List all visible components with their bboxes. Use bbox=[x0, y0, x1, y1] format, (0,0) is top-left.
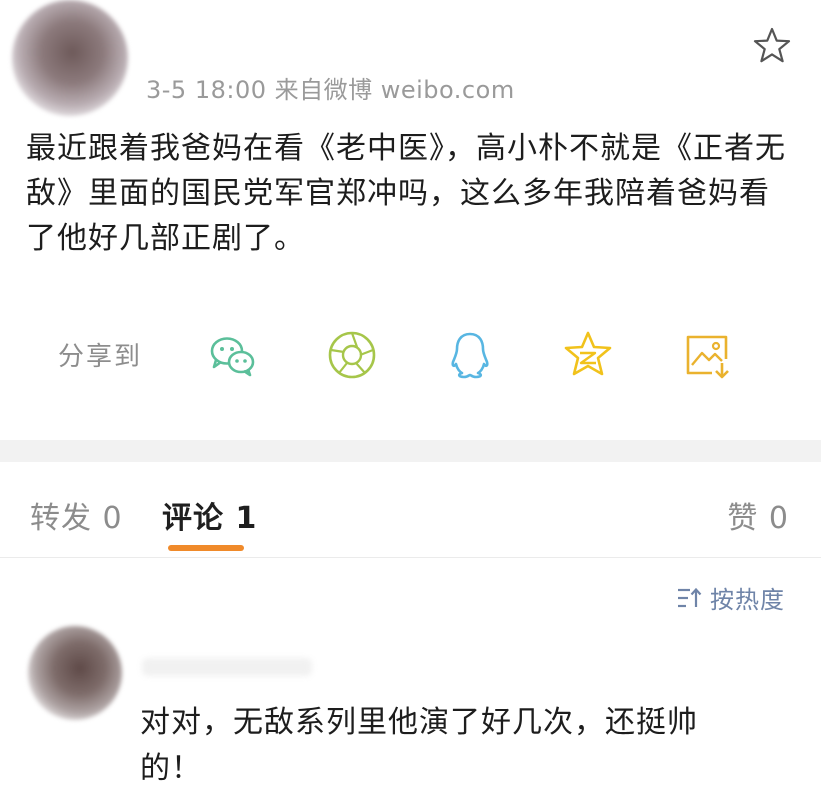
comment-text: 对对，无敌系列里他演了好几次，还挺帅的！ bbox=[140, 705, 698, 786]
qzone-icon[interactable] bbox=[562, 329, 614, 381]
wechat-icon[interactable] bbox=[206, 329, 258, 381]
post-meta: 3-5 18:00 来自微博 weibo.com bbox=[146, 76, 515, 104]
commenter-avatar[interactable] bbox=[28, 626, 122, 720]
tab-repost[interactable]: 转发 0 bbox=[30, 493, 123, 537]
tab-comments[interactable]: 评论 1 bbox=[162, 493, 257, 537]
favorite-star-icon[interactable] bbox=[752, 26, 792, 66]
active-tab-indicator bbox=[168, 545, 244, 551]
moments-icon[interactable] bbox=[326, 329, 378, 381]
poster-avatar[interactable] bbox=[12, 0, 128, 116]
sort-label: 按热度 bbox=[710, 586, 785, 614]
sort-button[interactable]: 按热度 bbox=[676, 580, 785, 615]
tab-bar-border bbox=[0, 557, 821, 558]
share-label: 分享到 bbox=[58, 342, 143, 372]
tab-likes[interactable]: 赞 0 bbox=[727, 493, 789, 537]
section-divider bbox=[0, 440, 821, 462]
sort-icon bbox=[678, 587, 702, 607]
commenter-name-redacted bbox=[142, 658, 312, 676]
qq-icon[interactable] bbox=[444, 329, 496, 381]
save-image-icon[interactable] bbox=[682, 329, 734, 381]
post-body: 最近跟着我爸妈在看《老中医》，高小朴不就是《正者无敌》里面的国民党军官郑冲吗，这… bbox=[26, 131, 786, 256]
